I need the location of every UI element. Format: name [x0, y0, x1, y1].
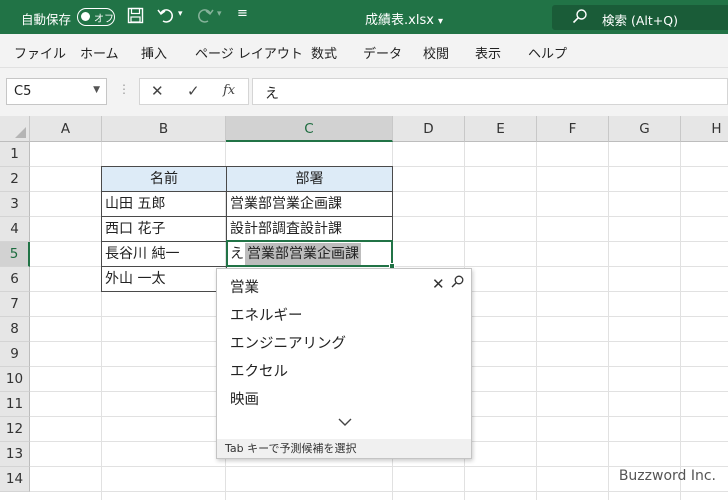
- table-cell-name[interactable]: 西口 花子: [101, 216, 227, 242]
- gridline: [30, 491, 728, 492]
- ribbon-tabs: ファイル ホーム 挿入 ページ レイアウト 数式 データ 校閲 表示 ヘルプ: [0, 34, 728, 68]
- row-header[interactable]: 7: [0, 292, 30, 317]
- row-header[interactable]: 6: [0, 267, 30, 292]
- formula-bar: C5 ▼ ⋮ ✕ ✓ fx え: [0, 68, 728, 116]
- table-cell-name[interactable]: 山田 五郎: [101, 191, 227, 217]
- autocomplete-item[interactable]: 営業: [230, 276, 259, 297]
- row-header[interactable]: 8: [0, 317, 30, 342]
- gridline: [608, 142, 609, 500]
- search-placeholder: 検索 (Alt+Q): [602, 13, 678, 28]
- tab-file[interactable]: ファイル: [14, 43, 66, 62]
- table-header-department[interactable]: 部署: [226, 166, 393, 192]
- enter-check-icon[interactable]: ✓: [187, 82, 200, 100]
- formula-input[interactable]: え: [252, 78, 728, 105]
- column-header-f[interactable]: F: [537, 116, 609, 142]
- cancel-icon[interactable]: ✕: [151, 82, 164, 100]
- gridline: [536, 142, 537, 500]
- name-box-value: C5: [14, 84, 32, 99]
- tab-data[interactable]: データ: [363, 43, 402, 62]
- save-icon[interactable]: [127, 7, 144, 28]
- row-header[interactable]: 13: [0, 442, 30, 467]
- redo-icon[interactable]: [196, 7, 214, 28]
- table-header-name[interactable]: 名前: [101, 166, 227, 192]
- row-header[interactable]: 11: [0, 392, 30, 417]
- autosave-toggle[interactable]: オフ: [77, 8, 115, 26]
- column-header-c[interactable]: C: [226, 116, 393, 142]
- column-header-e[interactable]: E: [465, 116, 537, 142]
- autocomplete-item[interactable]: エクセル: [230, 360, 288, 381]
- autocomplete-dropdown: 営業 ✕ エネルギー エンジニアリング エクセル 映画 Tab キーで予測候補を…: [216, 268, 472, 459]
- file-name-text: 成績表.xlsx: [365, 13, 434, 28]
- row-header[interactable]: 9: [0, 342, 30, 367]
- chevron-down-icon[interactable]: [337, 415, 353, 431]
- insert-function-icon[interactable]: fx: [223, 83, 235, 98]
- close-icon[interactable]: ✕: [432, 275, 445, 293]
- title-bar: 自動保存 オフ ▾ ▾ ≡ 成績表.xlsx ▾ 検索 (Alt+Q): [0, 0, 728, 34]
- gridline: [30, 466, 728, 467]
- search-icon[interactable]: [451, 275, 464, 292]
- formula-buttons: ✕ ✓ fx: [139, 78, 249, 105]
- row-header[interactable]: 14: [0, 467, 30, 492]
- tab-insert[interactable]: 挿入: [141, 43, 167, 62]
- row-header[interactable]: 3: [0, 192, 30, 217]
- column-header-d[interactable]: D: [393, 116, 465, 142]
- row-header[interactable]: 10: [0, 367, 30, 392]
- table-cell-department[interactable]: 営業部営業企画課: [226, 191, 393, 217]
- table-cell-name[interactable]: 長谷川 純一: [101, 241, 227, 267]
- autocomplete-item[interactable]: エンジニアリング: [230, 332, 346, 353]
- formula-input-value: え: [265, 86, 279, 102]
- column-header-b[interactable]: B: [102, 116, 226, 142]
- select-all-button[interactable]: [0, 116, 30, 142]
- undo-icon[interactable]: [157, 7, 175, 28]
- tab-formulas[interactable]: 数式: [311, 43, 337, 62]
- autosave-toggle-state: オフ: [94, 14, 114, 25]
- row-header[interactable]: 4: [0, 217, 30, 242]
- tab-review[interactable]: 校閲: [423, 43, 449, 62]
- name-box[interactable]: C5 ▼: [6, 78, 107, 105]
- redo-dropdown-icon[interactable]: ▾: [217, 9, 222, 19]
- row-header[interactable]: 1: [0, 142, 30, 167]
- autocomplete-footer: Tab キーで予測候補を選択: [217, 439, 471, 458]
- active-cell-c5[interactable]: え 営業部営業企画課: [226, 240, 393, 267]
- toggle-knob: [81, 12, 90, 21]
- table-cell-name[interactable]: 外山 一太: [101, 266, 227, 292]
- search-box[interactable]: 検索 (Alt+Q): [552, 5, 728, 30]
- tab-home[interactable]: ホーム: [80, 43, 119, 62]
- chevron-down-icon: ▾: [438, 16, 444, 27]
- table-cell-department[interactable]: 設計部調査設計課: [226, 216, 393, 242]
- row-header[interactable]: 12: [0, 417, 30, 442]
- autocomplete-suggestion: 営業部営業企画課: [245, 243, 361, 265]
- column-header-h[interactable]: H: [681, 116, 728, 142]
- row-header[interactable]: 5: [0, 242, 30, 267]
- typed-text: え: [230, 246, 244, 262]
- tab-view[interactable]: 表示: [475, 43, 501, 62]
- gridline: [680, 142, 681, 500]
- autocomplete-item[interactable]: エネルギー: [230, 304, 303, 325]
- watermark: Buzzword Inc.: [618, 468, 716, 484]
- tab-help[interactable]: ヘルプ: [528, 43, 567, 62]
- row-header[interactable]: 2: [0, 167, 30, 192]
- column-header-a[interactable]: A: [30, 116, 102, 142]
- autocomplete-item[interactable]: 映画: [230, 388, 259, 409]
- drag-handle-icon[interactable]: ⋮: [118, 82, 130, 96]
- file-name[interactable]: 成績表.xlsx ▾: [365, 9, 443, 28]
- tab-page-layout[interactable]: ページ レイアウト: [195, 43, 303, 62]
- chevron-down-icon[interactable]: ▼: [93, 85, 100, 95]
- autosave-label: 自動保存: [21, 12, 72, 27]
- undo-dropdown-icon[interactable]: ▾: [178, 9, 183, 19]
- column-header-g[interactable]: G: [609, 116, 681, 142]
- search-icon: [572, 8, 588, 27]
- customize-qat-icon[interactable]: ≡: [237, 6, 248, 21]
- select-all-icon: [15, 127, 26, 138]
